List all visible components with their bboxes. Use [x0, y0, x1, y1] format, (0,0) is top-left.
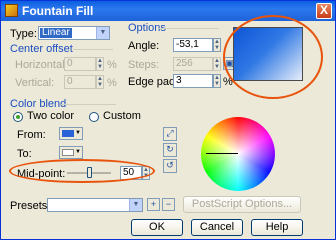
two-color-label: Two color: [27, 110, 75, 122]
close-button[interactable]: X: [316, 3, 332, 19]
color-wheel-blend-line: [206, 153, 238, 154]
angle-label: Angle:: [128, 40, 160, 52]
from-color-picker[interactable]: ▼: [59, 127, 83, 140]
chevron-down-icon: ▼: [75, 149, 81, 155]
horizontal-label: Horizontal:: [15, 59, 68, 71]
two-color-radio[interactable]: [13, 112, 23, 122]
app-icon: [5, 4, 18, 17]
postscript-options-button[interactable]: PostScript Options...: [183, 196, 301, 213]
chevron-down-icon: ▼: [75, 130, 81, 136]
to-color-swatch: [62, 149, 74, 156]
spiral-ccw-icon[interactable]: ↺: [163, 159, 177, 173]
steps-label: Steps:: [128, 59, 160, 71]
edge-pad-label: Edge pad:: [128, 76, 179, 88]
chevron-down-icon: ▼: [96, 27, 109, 39]
horizontal-spinner[interactable]: ▲ ▼: [96, 57, 104, 71]
help-button[interactable]: Help: [251, 219, 303, 236]
divider: [61, 104, 116, 105]
window-title: Fountain Fill: [22, 4, 94, 18]
steps-input[interactable]: 256: [173, 57, 213, 71]
vertical-label: Vertical:: [15, 77, 55, 89]
fountain-fill-dialog: Fountain Fill X Type: Linear ▼ Center of…: [0, 0, 336, 240]
from-color-swatch: [62, 130, 74, 137]
presets-select[interactable]: ▼: [47, 198, 143, 212]
to-label: To:: [17, 148, 32, 160]
divider: [73, 49, 113, 50]
horizontal-unit: %: [107, 59, 117, 71]
type-select[interactable]: Linear ▼: [38, 26, 110, 40]
edge-pad-input[interactable]: 3: [173, 74, 213, 88]
steps-spinner[interactable]: ▲ ▼: [213, 57, 221, 71]
edge-pad-spinner[interactable]: ▲ ▼: [213, 74, 221, 88]
add-preset-icon[interactable]: +: [147, 198, 160, 211]
horizontal-input[interactable]: 0: [64, 57, 96, 71]
color-blend-heading: Color blend: [10, 98, 67, 110]
vertical-unit: %: [107, 77, 117, 89]
to-color-picker[interactable]: ▼: [59, 146, 83, 159]
remove-preset-icon[interactable]: −: [162, 198, 175, 211]
chevron-down-icon: ▼: [129, 199, 142, 211]
presets-label: Presets:: [10, 200, 51, 212]
angle-spinner[interactable]: ▲ ▼: [213, 38, 221, 52]
curve-icon[interactable]: ⤢: [163, 127, 177, 141]
color-wheel-shade: [201, 117, 275, 191]
type-select-value: Linear: [40, 27, 72, 38]
from-label: From:: [17, 129, 46, 141]
type-label: Type:: [10, 28, 37, 40]
color-wheel[interactable]: [201, 117, 275, 191]
highlight-ellipse-preview: [223, 15, 323, 99]
angle-input[interactable]: -53,1: [173, 38, 213, 52]
center-offset-heading: Center offset: [10, 43, 73, 55]
custom-label: Custom: [103, 110, 141, 122]
vertical-input[interactable]: 0: [64, 75, 96, 89]
highlight-ellipse-mid-point: [9, 159, 155, 183]
ok-button[interactable]: OK: [131, 219, 183, 236]
divider: [159, 28, 219, 29]
custom-radio[interactable]: [89, 112, 99, 122]
cancel-button[interactable]: Cancel: [191, 219, 243, 236]
spiral-cw-icon[interactable]: ↻: [163, 143, 177, 157]
vertical-spinner[interactable]: ▲ ▼: [96, 75, 104, 89]
